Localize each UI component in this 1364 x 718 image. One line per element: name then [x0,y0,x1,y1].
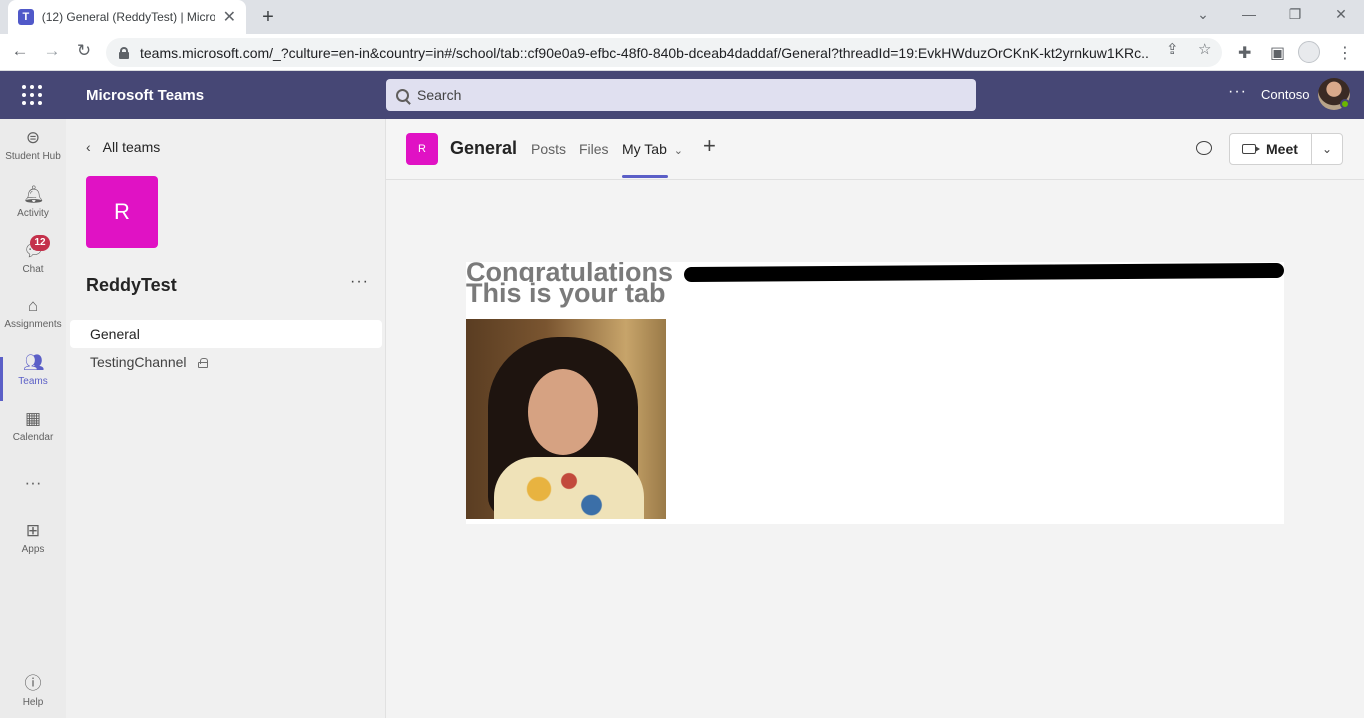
search-input[interactable]: Search [386,79,976,111]
active-tab-indicator [622,175,668,178]
rail-item-apps[interactable]: ⊞ Apps [0,521,66,577]
rail-item-chat[interactable]: 💬︎ 12 Chat [0,235,66,297]
video-camera-icon [1242,144,1260,154]
side-panel-icon[interactable]: ▣ [1270,43,1285,63]
browser-toolbar: ← → ↻ teams.microsoft.com/_?culture=en-i… [0,34,1364,71]
tab-posts[interactable]: Posts [531,141,566,157]
private-lock-icon [198,358,209,369]
lock-icon[interactable] [118,46,130,59]
more-icon: ··· [24,473,42,492]
rail-item-teams[interactable]: 👥︎ Teams [0,353,66,409]
close-tab-icon[interactable]: ✕ [223,7,236,27]
browser-menu-icon[interactable]: ⋮ [1337,43,1353,63]
new-tab-button[interactable]: + [258,6,278,29]
team-more-options-button[interactable]: ··· [350,273,369,291]
meet-dropdown-chevron-icon[interactable]: ⌄ [1312,142,1342,156]
org-name[interactable]: Contoso [1261,87,1309,102]
channel-name: General [90,326,140,342]
rail-item-help[interactable]: ⓘ Help [0,674,66,718]
presence-available-icon [1340,99,1350,109]
minimize-icon[interactable]: — [1238,6,1260,22]
student-hub-icon: ⊜ [25,128,41,147]
browser-tab[interactable]: T (12) General (ReddyTest) | Micros ✕ [8,0,246,34]
all-teams-link[interactable]: ‹ All teams [86,139,160,155]
app-rail: ⊜ Student Hub 🔔︎ Activity 💬︎ 12 Chat ⌂ A… [0,119,66,718]
rail-label: Help [22,697,44,708]
rail-item-student-hub[interactable]: ⊜ Student Hub [0,128,66,184]
restore-icon[interactable]: ❐ [1284,6,1306,23]
tab-my-tab[interactable]: My Tab ⌄ [622,141,683,157]
close-window-icon[interactable]: ✕ [1330,6,1352,23]
tab-search-icon[interactable]: ⌄ [1192,6,1214,23]
rail-label: Calendar [12,432,54,443]
bookmark-star-icon[interactable]: ☆ [1198,40,1211,58]
rail-label: Student Hub [5,151,61,162]
user-profile-photo [466,319,666,519]
forward-arrow-icon[interactable]: → [41,41,63,61]
channel-team-avatar: R [406,133,438,165]
tab-files[interactable]: Files [579,141,609,157]
channel-header: R General Posts Files My Tab ⌄ + Meet ⌄ [386,119,1364,180]
team-avatar: R [86,176,158,248]
all-teams-label: All teams [102,139,161,155]
browser-tab-strip: T (12) General (ReddyTest) | Micros ✕ + … [0,0,1364,34]
browser-profile-icon[interactable] [1298,41,1320,63]
channel-item-general[interactable]: General [70,320,382,348]
conversation-icon[interactable] [1196,141,1212,155]
calendar-icon: ▦ [24,409,42,428]
rail-label: Teams [18,376,48,387]
chevron-left-icon: ‹ [86,139,91,155]
tab-subtitle: This is your tab [466,278,666,308]
tab-my-tab-label: My Tab [622,141,667,157]
chevron-down-icon[interactable]: ⌄ [674,145,683,157]
teams-favicon-icon: T [18,9,34,25]
teams-header: Microsoft Teams Search ··· Contoso [0,71,1364,119]
back-arrow-icon[interactable]: ← [9,41,31,61]
chat-unread-badge: 12 [30,235,50,251]
help-icon: ⓘ [24,674,42,693]
apps-icon: ⊞ [25,521,41,540]
search-placeholder: Search [417,87,462,103]
rail-item-activity[interactable]: 🔔︎ Activity [0,185,66,241]
browser-tab-title: (12) General (ReddyTest) | Micros [41,10,215,24]
rail-label: Apps [21,544,45,555]
bell-icon: 🔔︎ [23,185,45,204]
meet-button[interactable]: Meet ⌄ [1229,133,1343,165]
main-content: R General Posts Files My Tab ⌄ + Meet ⌄ … [386,119,1364,718]
url-text[interactable]: teams.microsoft.com/_?culture=en-in&coun… [140,45,1150,61]
channel-title: General [450,138,518,158]
team-pane: ‹ All teams R ReddyTest ··· General Test… [66,119,386,718]
search-icon [396,88,409,102]
team-name: ReddyTest [86,275,177,295]
rail-label: Activity [17,208,49,219]
share-icon[interactable]: ⇪ [1166,40,1179,58]
rail-item-calendar[interactable]: ▦ Calendar [0,409,66,465]
add-tab-button[interactable]: + [703,133,716,159]
backpack-icon: ⌂ [27,296,39,315]
channel-name: TestingChannel [90,354,187,370]
meet-label: Meet [1266,141,1298,157]
rail-label: Chat [22,264,44,275]
reload-icon[interactable]: ↻ [73,41,95,61]
extensions-icon[interactable]: ✚ [1238,43,1251,63]
teams-icon: 👥︎ [23,353,45,372]
channel-item-testingchannel[interactable]: TestingChannel [70,348,382,376]
rail-label: Assignments [4,319,62,330]
settings-more-button[interactable]: ··· [1228,83,1247,101]
app-launcher-icon[interactable] [22,85,42,105]
custom-tab-content: Congratulations This is your tab [466,262,1285,524]
meet-now-button[interactable]: Meet [1230,134,1312,164]
address-bar[interactable]: teams.microsoft.com/_?culture=en-in&coun… [106,38,1222,67]
rail-item-assignments[interactable]: ⌂ Assignments [0,296,66,352]
app-name: Microsoft Teams [86,87,205,104]
